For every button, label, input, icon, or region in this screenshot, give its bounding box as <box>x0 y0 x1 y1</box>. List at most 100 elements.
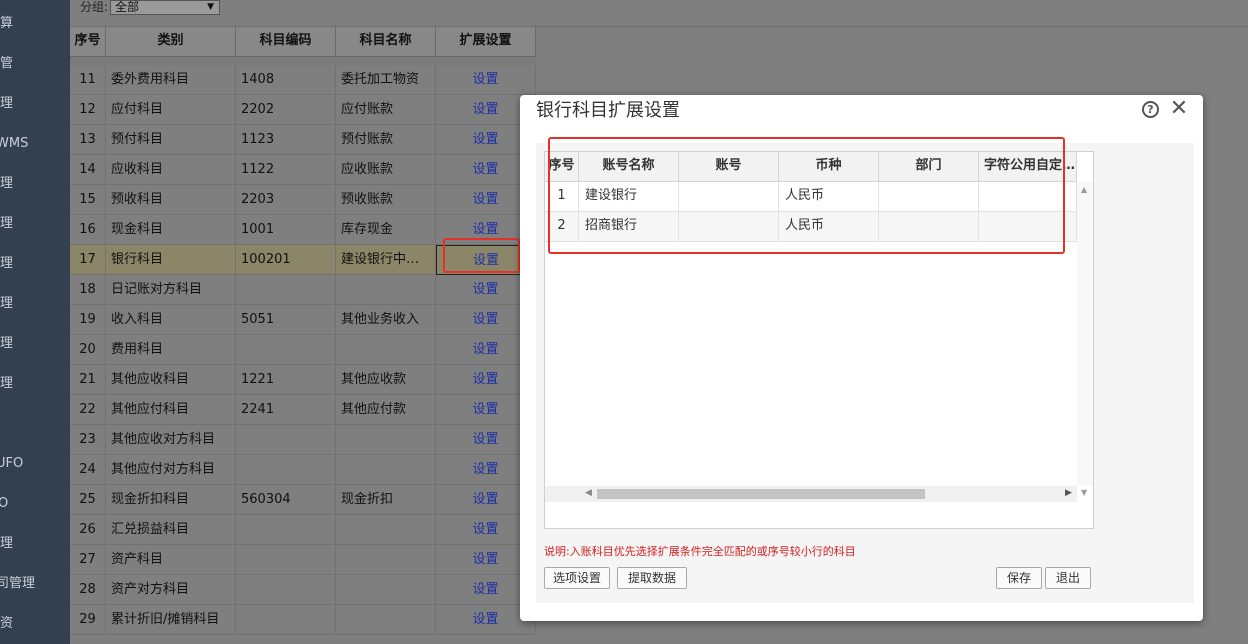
header-seq[interactable]: 序号 <box>70 27 106 57</box>
group-filter-value: 全部 <box>115 0 140 14</box>
table-row[interactable]: 21 其他应收科目 1221 其他应收款 设置 <box>70 365 536 395</box>
group-filter-label: 分组: <box>80 0 109 14</box>
options-setting-button[interactable]: 选项设置 <box>544 567 610 589</box>
cell-category: 日记账对方科目 <box>106 275 236 305</box>
cell-name: 其他应收款 <box>336 365 436 395</box>
sidebar-item[interactable]: 管理 <box>0 534 57 554</box>
cell-name: 委托加工物资 <box>336 65 436 95</box>
dialog-title: 银行科目扩展设置 <box>536 100 680 121</box>
sidebar-item[interactable]: 工资 <box>0 614 57 634</box>
sidebar-item[interactable]: 司管理 <box>0 574 66 594</box>
table-row[interactable]: 27 资产科目 设置 <box>70 545 536 575</box>
cell-name <box>336 455 436 485</box>
cell-code: 100201 <box>236 245 336 275</box>
table-row[interactable]: 19 收入科目 5051 其他业务收入 设置 <box>70 305 536 335</box>
table-row[interactable]: 29 累计折旧/摊销科目 设置 <box>70 605 536 635</box>
help-icon[interactable]: ? <box>1142 101 1159 118</box>
cell-seq: 19 <box>70 305 106 335</box>
grid-header-gap <box>70 57 536 65</box>
sidebar-item[interactable]: 管理 <box>0 174 57 194</box>
cell-name <box>336 335 436 365</box>
sidebar-item[interactable]: WMS <box>0 134 66 154</box>
cell-code: 2241 <box>236 395 336 425</box>
fetch-data-button[interactable]: 提取数据 <box>617 567 687 589</box>
cell-category: 应收科目 <box>106 155 236 185</box>
cell-name: 现金折扣 <box>336 485 436 515</box>
cell-category: 银行科目 <box>106 245 236 275</box>
cell-name <box>336 545 436 575</box>
cell-code: 2203 <box>236 185 336 215</box>
cell-category: 其他应收对方科目 <box>106 425 236 455</box>
table-row[interactable]: 26 汇兑损益科目 设置 <box>70 515 536 545</box>
sidebar-item[interactable]: 管理 <box>0 94 57 114</box>
sidebar-item[interactable]: 管理 <box>0 294 57 314</box>
cell-code <box>236 545 336 575</box>
cell-seq: 22 <box>70 395 106 425</box>
cell-name <box>336 605 436 635</box>
sidebar-item[interactable]: 管理 <box>0 254 57 274</box>
cell-seq: 14 <box>70 155 106 185</box>
cell-category: 预付科目 <box>106 125 236 155</box>
table-row[interactable]: 15 预收科目 2203 预收账款 设置 <box>70 185 536 215</box>
cell-code <box>236 275 336 305</box>
cell-name: 预付账款 <box>336 125 436 155</box>
table-row[interactable]: 20 费用科目 设置 <box>70 335 536 365</box>
scroll-up-icon[interactable]: ▲ <box>1081 185 1087 194</box>
group-filter-select[interactable]: 全部 ▼ <box>110 0 220 15</box>
cell-seq: 20 <box>70 335 106 365</box>
save-button[interactable]: 保存 <box>996 567 1042 589</box>
header-category[interactable]: 类别 <box>106 27 236 57</box>
sidebar-item[interactable]: 管理 <box>0 334 57 354</box>
sidebar-item[interactable]: UFO <box>0 454 66 474</box>
table-row[interactable]: 23 其他应收对方科目 设置 <box>70 425 536 455</box>
cell-category: 其他应收科目 <box>106 365 236 395</box>
sidebar-item[interactable]: 核算 <box>0 14 57 34</box>
cell-name: 其他业务收入 <box>336 305 436 335</box>
filter-bar: 分组: 全部 ▼ <box>70 0 1248 27</box>
scroll-left-icon[interactable]: ◀ <box>585 488 592 498</box>
priority-note: 说明:入账科目优先选择扩展条件完全匹配的或序号较小行的科目 <box>544 545 856 558</box>
setting-link[interactable]: 设置 <box>436 65 536 95</box>
header-code[interactable]: 科目编码 <box>236 27 336 57</box>
cell-code: 1122 <box>236 155 336 185</box>
header-name[interactable]: 科目名称 <box>336 27 436 57</box>
cell-seq: 21 <box>70 365 106 395</box>
table-row[interactable]: 18 日记账对方科目 设置 <box>70 275 536 305</box>
table-row[interactable]: 14 应收科目 1122 应收账款 设置 <box>70 155 536 185</box>
horizontal-scrollbar[interactable]: ◀ ▶ <box>545 486 1077 502</box>
vertical-scrollbar[interactable]: ▲ ▼ <box>1077 182 1093 497</box>
side-navigation: 核算仓管管理WMS管理管理管理管理管理管理UFOO管理司管理工资 <box>0 0 70 644</box>
scroll-down-icon[interactable]: ▼ <box>1081 488 1087 497</box>
table-row[interactable]: 11 委外费用科目 1408 委托加工物资 设置 <box>70 65 536 95</box>
table-row[interactable]: 28 资产对方科目 设置 <box>70 575 536 605</box>
close-icon[interactable]: ✕ <box>1169 97 1189 121</box>
scroll-right-icon[interactable]: ▶ <box>1065 488 1072 498</box>
highlight-box-bank-table <box>548 137 1065 254</box>
sidebar-item[interactable]: 管理 <box>0 214 57 234</box>
table-row[interactable]: 25 现金折扣科目 560304 现金折扣 设置 <box>70 485 536 515</box>
cell-seq: 28 <box>70 575 106 605</box>
table-row[interactable]: 24 其他应付对方科目 设置 <box>70 455 536 485</box>
cell-category: 费用科目 <box>106 335 236 365</box>
table-row[interactable]: 13 预付科目 1123 预付账款 设置 <box>70 125 536 155</box>
horizontal-scroll-thumb[interactable] <box>597 489 925 499</box>
cell-name <box>336 515 436 545</box>
header-ext[interactable]: 扩展设置 <box>436 27 536 57</box>
cell-seq: 12 <box>70 95 106 125</box>
cell-code: 2202 <box>236 95 336 125</box>
cell-name <box>336 275 436 305</box>
cell-code <box>236 515 336 545</box>
exit-button[interactable]: 退出 <box>1045 567 1091 589</box>
highlight-box-setting <box>443 238 520 273</box>
cell-seq: 16 <box>70 215 106 245</box>
sidebar-item[interactable]: O <box>0 494 68 514</box>
table-row[interactable]: 12 应付科目 2202 应付账款 设置 <box>70 95 536 125</box>
cell-category: 现金折扣科目 <box>106 485 236 515</box>
table-row[interactable]: 22 其他应付科目 2241 其他应付款 设置 <box>70 395 536 425</box>
sidebar-item[interactable]: 仓管 <box>0 54 57 74</box>
sidebar-item[interactable]: 管理 <box>0 374 57 394</box>
cell-code <box>236 425 336 455</box>
cell-seq: 23 <box>70 425 106 455</box>
dropdown-arrow-icon: ▼ <box>207 2 214 12</box>
cell-code: 560304 <box>236 485 336 515</box>
